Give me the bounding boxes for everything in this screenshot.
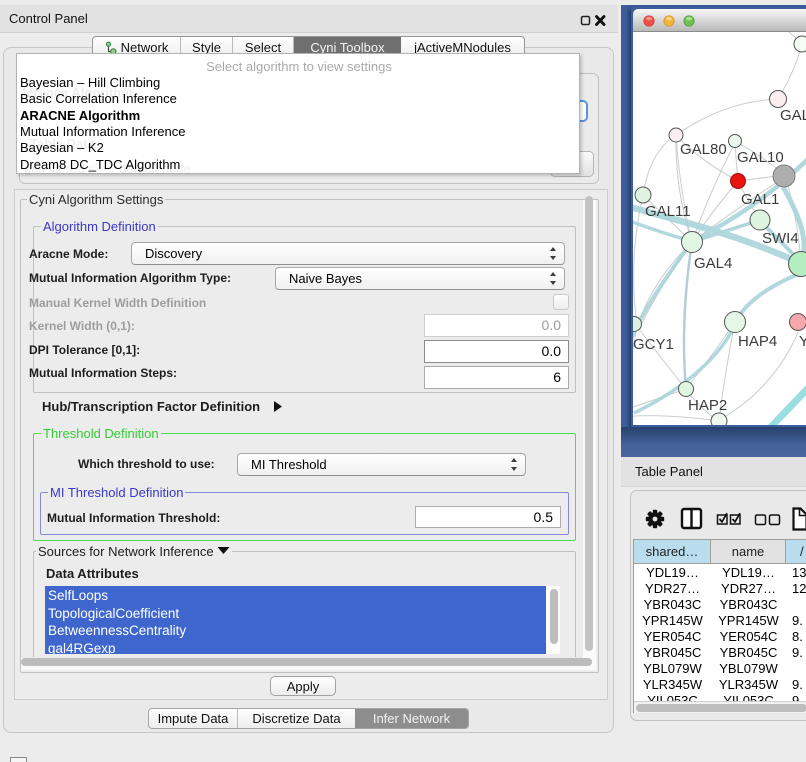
svg-text:GAL10: GAL10 (737, 149, 784, 166)
svg-text:GAL80: GAL80 (680, 141, 727, 158)
svg-text:HAP4: HAP4 (738, 333, 777, 350)
svg-text:SWI4: SWI4 (762, 230, 799, 247)
svg-text:GAL11: GAL11 (645, 203, 691, 220)
svg-text:GAL4: GAL4 (694, 255, 732, 272)
svg-text:GAL: GAL (780, 107, 806, 124)
svg-text:GAL1: GAL1 (741, 191, 779, 208)
svg-text:GCY1: GCY1 (633, 336, 674, 353)
svg-text:HAP2: HAP2 (688, 397, 727, 414)
svg-text:Y: Y (799, 333, 806, 350)
